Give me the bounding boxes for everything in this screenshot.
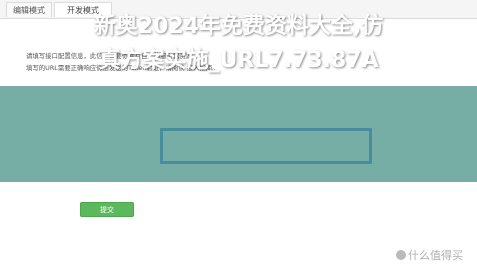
banner-line-2: 真方案实施_URL7.73.87A — [98, 48, 379, 73]
watermark-logo-icon — [396, 250, 406, 260]
submit-button[interactable]: 提交 — [80, 202, 134, 217]
overlay-banner — [0, 86, 477, 182]
watermark-text: 什么值得买 — [408, 249, 463, 262]
watermark: 什么值得买 — [396, 247, 463, 263]
banner-line-1: 新奥2024年免费资料大全,仿 — [93, 14, 384, 39]
overlay-banner-text: 新奥2024年免费资料大全,仿 真方案实施_URL7.73.87A — [0, 0, 477, 96]
